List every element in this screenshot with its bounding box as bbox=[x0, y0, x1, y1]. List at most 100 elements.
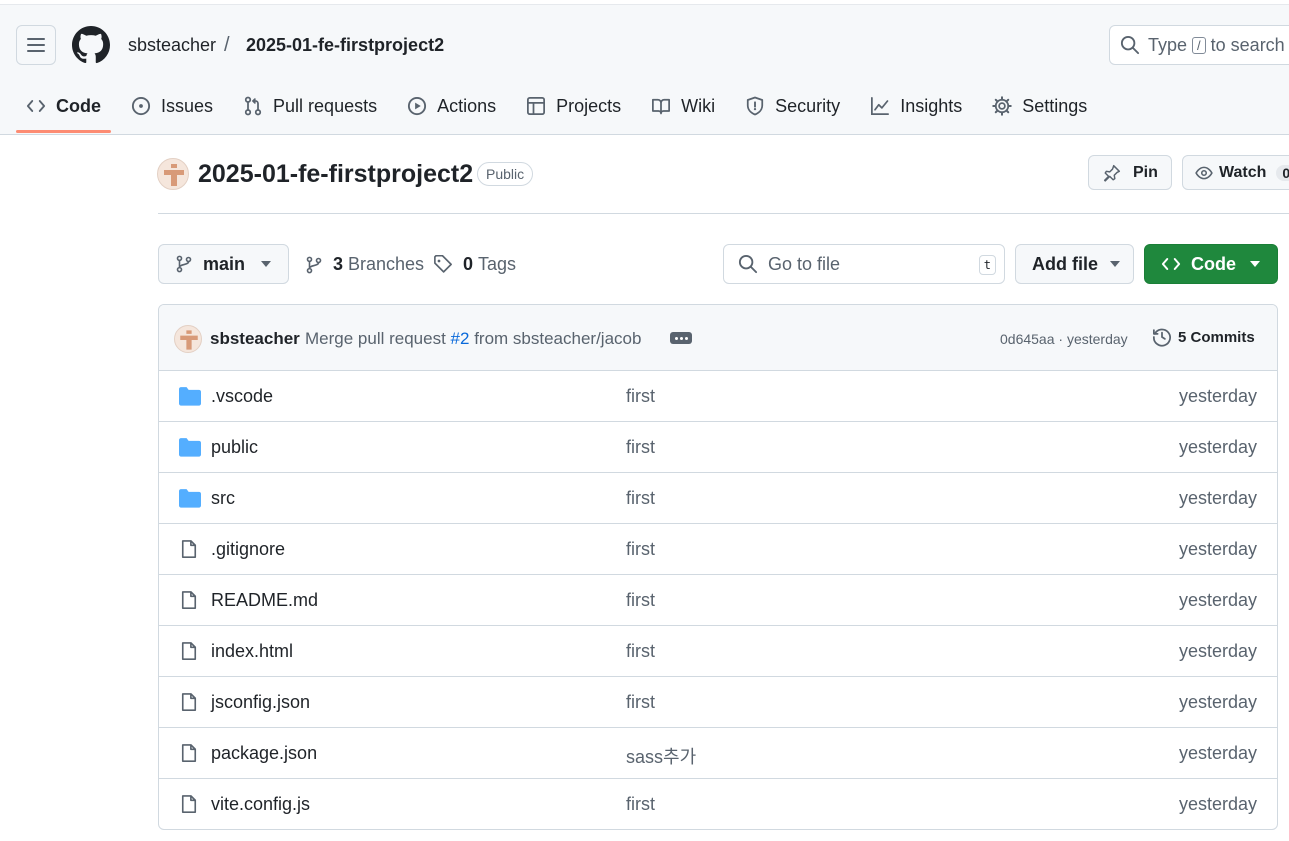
hamburger-icon bbox=[27, 38, 45, 52]
breadcrumb-owner[interactable]: sbsteacher bbox=[128, 34, 216, 56]
branch-select-button[interactable]: main bbox=[158, 244, 289, 284]
breadcrumb-repo[interactable]: 2025-01-fe-firstproject2 bbox=[246, 34, 444, 56]
folder-icon-wrap bbox=[179, 437, 201, 457]
tab-settings[interactable]: Settings bbox=[982, 80, 1097, 132]
table-row[interactable]: package.json sass추가 yesterday bbox=[159, 728, 1277, 779]
file-name-link[interactable]: .gitignore bbox=[211, 539, 285, 560]
tab-code[interactable]: Code bbox=[16, 80, 111, 133]
github-logo-icon[interactable] bbox=[72, 26, 110, 64]
tags-count: 0 bbox=[463, 254, 474, 274]
header-topline bbox=[0, 0, 1289, 5]
identicon-icon bbox=[164, 164, 184, 186]
table-row[interactable]: .vscode first yesterday bbox=[159, 371, 1277, 422]
branches-label: Branches bbox=[348, 254, 425, 274]
caret-down-icon bbox=[1250, 261, 1260, 267]
menu-button[interactable] bbox=[16, 25, 56, 65]
folder-icon-wrap bbox=[179, 386, 201, 406]
branch-icon bbox=[306, 256, 322, 273]
tab-label: Settings bbox=[1022, 95, 1088, 116]
file-icon-wrap bbox=[179, 641, 199, 661]
commit-message-suffix: from sbsteacher/jacob bbox=[474, 329, 642, 348]
commits-label: 5 Commits bbox=[1178, 328, 1255, 346]
file-icon bbox=[181, 642, 197, 660]
table-row[interactable]: public first yesterday bbox=[159, 422, 1277, 473]
file-name-link[interactable]: public bbox=[211, 437, 258, 458]
go-to-file-input[interactable]: Go to file t bbox=[723, 244, 1005, 284]
repo-title[interactable]: 2025-01-fe-firstproject2 bbox=[198, 159, 473, 189]
file-icon bbox=[181, 591, 197, 609]
branches-link[interactable]: 3 Branches bbox=[305, 254, 424, 275]
folder-icon-wrap bbox=[179, 488, 201, 508]
visibility-badge: Public bbox=[477, 162, 534, 186]
watch-label: Watch bbox=[1219, 163, 1267, 181]
watch-button[interactable]: Watch 0 bbox=[1182, 155, 1289, 190]
graph-icon bbox=[871, 97, 890, 115]
avatar[interactable] bbox=[174, 325, 202, 353]
file-commit-message[interactable]: first bbox=[626, 488, 655, 509]
commit-message-prefix: Merge pull request bbox=[305, 329, 446, 348]
add-file-button[interactable]: Add file bbox=[1015, 244, 1134, 284]
tab-label: Wiki bbox=[681, 95, 716, 116]
file-name-link[interactable]: index.html bbox=[211, 641, 293, 662]
table-row[interactable]: .gitignore first yesterday bbox=[159, 524, 1277, 575]
file-name-link[interactable]: .vscode bbox=[211, 386, 273, 407]
pin-label: Pin bbox=[1133, 163, 1158, 181]
table-row[interactable]: jsconfig.json first yesterday bbox=[159, 677, 1277, 728]
play-icon bbox=[408, 96, 427, 116]
file-commit-date: yesterday bbox=[1178, 794, 1257, 814]
tab-security[interactable]: Security bbox=[735, 80, 850, 132]
table-row[interactable]: src first yesterday bbox=[159, 473, 1277, 524]
commits-history-link[interactable]: 5 Commits bbox=[1152, 327, 1255, 347]
breadcrumb-separator: / bbox=[224, 34, 230, 56]
file-commit-date: yesterday bbox=[1178, 488, 1257, 508]
table-row[interactable]: README.md first yesterday bbox=[159, 575, 1277, 626]
tab-wiki[interactable]: Wiki bbox=[641, 80, 725, 132]
tag-icon bbox=[434, 254, 452, 273]
file-name-link[interactable]: src bbox=[211, 488, 235, 509]
file-commit-message[interactable]: first bbox=[626, 437, 655, 458]
repo-owner-avatar[interactable] bbox=[157, 158, 189, 190]
file-commit-message[interactable]: first bbox=[626, 539, 655, 560]
search-suffix: to search bbox=[1210, 34, 1285, 55]
file-commit-message[interactable]: first bbox=[626, 386, 655, 407]
pin-icon bbox=[1103, 164, 1121, 182]
tab-projects[interactable]: Projects bbox=[516, 80, 631, 132]
global-header: sbsteacher / 2025-01-fe-firstproject2 Ty… bbox=[0, 0, 1289, 135]
file-name-link[interactable]: vite.config.js bbox=[211, 794, 310, 815]
tab-issues[interactable]: Issues bbox=[121, 80, 223, 132]
file-commit-message[interactable]: first bbox=[626, 692, 655, 713]
table-row[interactable]: index.html first yesterday bbox=[159, 626, 1277, 677]
file-commit-message[interactable]: first bbox=[626, 641, 655, 662]
table-row[interactable]: vite.config.js first yesterday bbox=[159, 779, 1277, 829]
shield-icon bbox=[747, 96, 764, 116]
caret-down-icon bbox=[261, 261, 272, 267]
tab-label: Insights bbox=[900, 95, 963, 116]
pr-link[interactable]: #2 bbox=[451, 329, 470, 348]
tab-pull-requests[interactable]: Pull requests bbox=[233, 80, 387, 132]
commit-sha-time[interactable]: 0d645aa · yesterday bbox=[1000, 331, 1128, 347]
tab-insights[interactable]: Insights bbox=[860, 80, 972, 132]
folder-icon bbox=[179, 438, 201, 457]
file-commit-message[interactable]: first bbox=[626, 794, 655, 815]
file-name-link[interactable]: jsconfig.json bbox=[211, 692, 310, 713]
watch-count: 0 bbox=[1276, 164, 1289, 181]
folder-icon bbox=[179, 489, 201, 508]
tags-link[interactable]: 0 Tags bbox=[433, 254, 516, 275]
file-table: sbsteacher Merge pull request #2 from sb… bbox=[158, 304, 1278, 830]
file-commit-date: yesterday bbox=[1178, 641, 1257, 661]
file-commit-message[interactable]: first bbox=[626, 590, 655, 611]
tab-actions[interactable]: Actions bbox=[397, 80, 506, 132]
file-name-link[interactable]: package.json bbox=[211, 743, 317, 764]
search-shortcut-key: / bbox=[1192, 36, 1206, 54]
tab-label: Projects bbox=[556, 95, 622, 116]
commit-message[interactable]: Merge pull request #2 from sbsteacher/ja… bbox=[305, 329, 641, 349]
file-commit-date: yesterday bbox=[1178, 692, 1257, 712]
caret-down-icon bbox=[1110, 261, 1120, 267]
file-commit-message[interactable]: sass추가 bbox=[626, 743, 696, 769]
global-search-input[interactable]: Type / to search bbox=[1109, 25, 1289, 65]
pin-button[interactable]: Pin bbox=[1088, 155, 1172, 190]
file-name-link[interactable]: README.md bbox=[211, 590, 318, 611]
commit-author[interactable]: sbsteacher bbox=[210, 329, 300, 349]
code-button[interactable]: Code bbox=[1144, 244, 1278, 284]
expand-commit-button[interactable] bbox=[670, 332, 692, 344]
